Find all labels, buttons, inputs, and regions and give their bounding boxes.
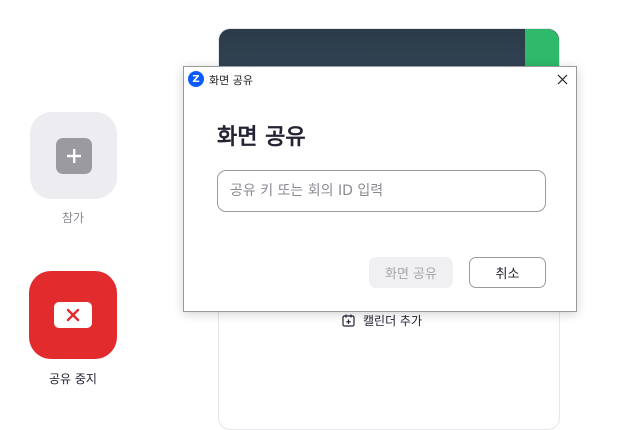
stop-share-label: 공유 중지 bbox=[49, 372, 97, 386]
add-calendar-link[interactable]: 캘린더 추가 bbox=[342, 312, 422, 329]
stop-share-button[interactable] bbox=[29, 271, 117, 359]
join-button[interactable] bbox=[30, 112, 117, 199]
zoom-app-icon: Z bbox=[188, 71, 204, 87]
calendar-add-icon bbox=[342, 314, 355, 327]
dialog-titlebar: Z 화면 공유 bbox=[184, 67, 576, 91]
cancel-button[interactable]: 취소 bbox=[469, 257, 546, 288]
close-x-icon bbox=[557, 74, 567, 84]
join-label: 참가 bbox=[61, 211, 85, 225]
share-screen-dialog: Z 화면 공유 화면 공유 화면 공유 취소 bbox=[183, 66, 577, 312]
share-key-input[interactable] bbox=[217, 170, 546, 212]
add-calendar-label: 캘린더 추가 bbox=[363, 314, 423, 328]
window-title: 화면 공유 bbox=[209, 74, 253, 87]
close-button[interactable] bbox=[552, 69, 572, 89]
dialog-heading: 화면 공유 bbox=[217, 125, 306, 150]
share-screen-button[interactable]: 화면 공유 bbox=[369, 257, 453, 288]
close-icon bbox=[54, 302, 92, 328]
plus-icon bbox=[55, 137, 92, 174]
